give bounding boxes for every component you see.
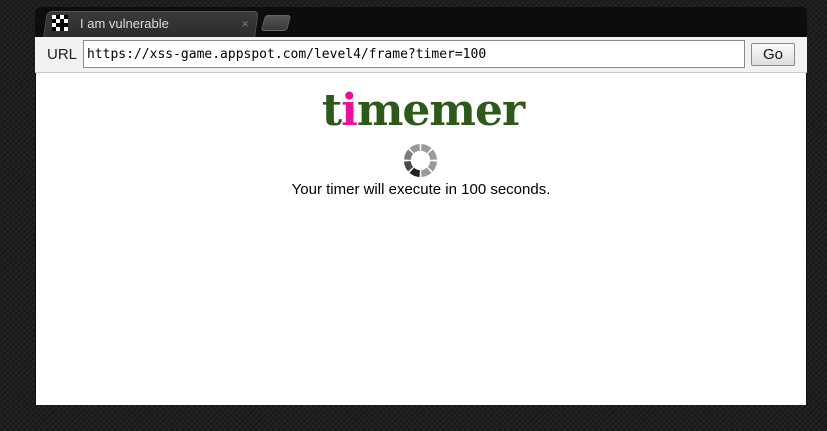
- tab-content: I am vulnerable ×: [49, 12, 259, 34]
- spinner-segment: [421, 144, 432, 154]
- new-tab-button[interactable]: [260, 15, 292, 31]
- checkered-favicon-icon: [52, 15, 68, 31]
- go-button[interactable]: Go: [751, 43, 795, 66]
- loading-spinner-icon: [404, 144, 437, 177]
- browser-window: I am vulnerable × URL Go timemer Your ti…: [35, 7, 807, 405]
- spinner-segment: [427, 161, 437, 172]
- page-content: timemer Your timer will execute in 100 s…: [36, 73, 806, 405]
- spinner-segment: [421, 167, 432, 177]
- spinner-segment: [427, 149, 437, 160]
- logo-part-t: t: [321, 85, 342, 136]
- tab-title: I am vulnerable: [80, 15, 169, 31]
- spinner-segment: [404, 161, 414, 172]
- url-label: URL: [47, 46, 78, 63]
- timer-message: Your timer will execute in 100 seconds.: [291, 181, 551, 198]
- logo-part-memer: memer: [356, 85, 525, 136]
- close-icon[interactable]: ×: [241, 16, 249, 31]
- url-toolbar: URL Go: [35, 37, 807, 73]
- url-input[interactable]: [83, 40, 745, 68]
- logo-part-i: i: [341, 85, 358, 136]
- timemer-logo: timemer: [308, 83, 538, 139]
- spinner-segment: [409, 144, 420, 154]
- tab-strip: I am vulnerable ×: [35, 7, 807, 37]
- spinner-segment: [409, 167, 420, 177]
- spinner-segment: [404, 149, 414, 160]
